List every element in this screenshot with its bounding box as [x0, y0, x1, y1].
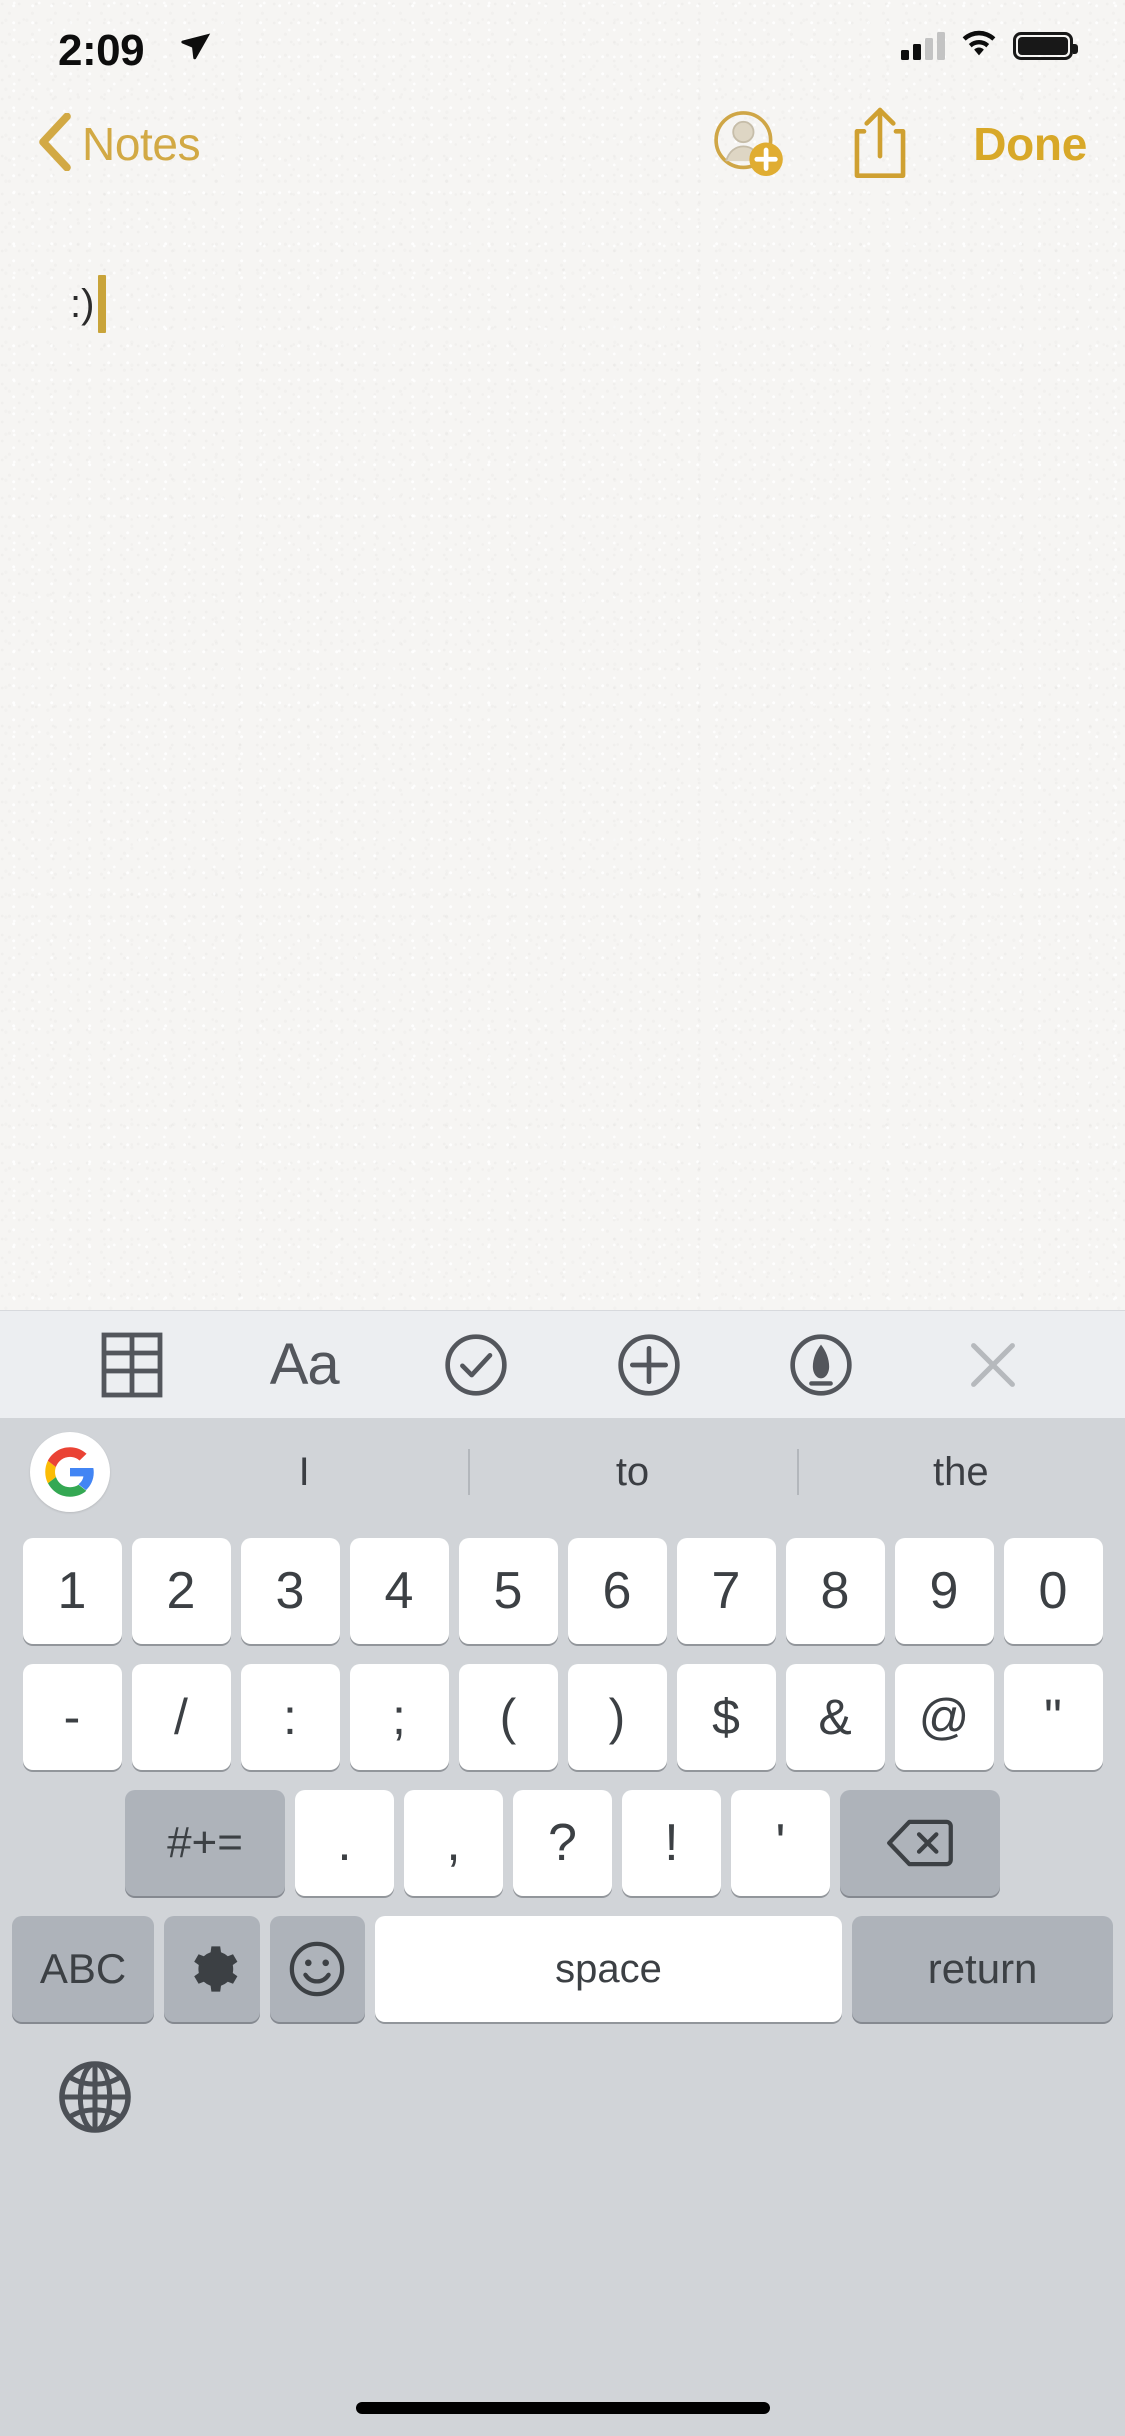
share-upload-icon[interactable] — [849, 103, 911, 186]
key-apostrophe[interactable]: ' — [731, 1790, 830, 1896]
key-quote-double[interactable]: " — [1003, 1664, 1103, 1770]
navigation-bar: Notes Done — [0, 90, 1125, 200]
done-button[interactable]: Done — [973, 117, 1087, 171]
google-g-icon[interactable] — [30, 1432, 110, 1512]
key-1[interactable]: 1 — [22, 1538, 122, 1644]
key-return[interactable]: return — [852, 1916, 1113, 2022]
key-slash[interactable]: / — [131, 1664, 231, 1770]
wifi-icon — [959, 28, 999, 63]
key-question[interactable]: ? — [513, 1790, 612, 1896]
status-bar-indicators — [901, 28, 1078, 63]
gear-icon[interactable] — [164, 1916, 260, 2022]
keyboard-row-punctuation: - / : ; ( ) $ & @ " — [0, 1664, 1125, 1770]
key-0[interactable]: 0 — [1003, 1538, 1103, 1644]
checklist-icon[interactable] — [428, 1317, 524, 1413]
key-6[interactable]: 6 — [567, 1538, 667, 1644]
key-exclamation[interactable]: ! — [622, 1790, 721, 1896]
back-button-label: Notes — [82, 118, 201, 170]
note-text-line: :) — [70, 275, 107, 333]
key-abc-layout[interactable]: ABC — [12, 1916, 155, 2022]
key-space[interactable]: space — [374, 1916, 843, 2022]
battery-full-icon — [1013, 31, 1078, 60]
text-cursor — [98, 275, 107, 333]
table-icon[interactable] — [84, 1317, 180, 1413]
key-symbol-shift[interactable]: #+= — [125, 1790, 285, 1896]
key-3[interactable]: 3 — [240, 1538, 340, 1644]
key-2[interactable]: 2 — [131, 1538, 231, 1644]
text-format-icon[interactable]: Aa — [256, 1317, 352, 1413]
suggestion-item[interactable]: I — [140, 1450, 468, 1495]
key-dollar[interactable]: $ — [676, 1664, 776, 1770]
add-attachment-icon[interactable] — [601, 1317, 697, 1413]
suggestion-items: I to the — [140, 1418, 1125, 1526]
add-person-icon[interactable] — [707, 102, 787, 187]
key-7[interactable]: 7 — [676, 1538, 776, 1644]
keyboard-row-marks: #+= . , ? ! ' — [0, 1790, 1125, 1896]
note-body[interactable]: :) — [0, 200, 1125, 1310]
home-indicator — [355, 2402, 770, 2414]
notes-format-toolbar: Aa — [0, 1310, 1125, 1418]
key-8[interactable]: 8 — [785, 1538, 885, 1644]
keyboard-row-bottom: ABC space return — [0, 1916, 1125, 2022]
key-at[interactable]: @ — [894, 1664, 994, 1770]
notes-screen: 2:09 Notes Done:) — [0, 0, 1125, 1310]
key-5[interactable]: 5 — [458, 1538, 558, 1644]
key-paren-close[interactable]: ) — [567, 1664, 667, 1770]
emoji-smiley-icon[interactable] — [269, 1916, 365, 2022]
suggestion-item[interactable]: the — [797, 1450, 1125, 1495]
globe-language-icon[interactable] — [50, 2052, 140, 2142]
key-comma[interactable]: , — [404, 1790, 503, 1896]
key-hyphen[interactable]: - — [22, 1664, 122, 1770]
back-to-notes-button[interactable]: Notes — [30, 112, 208, 176]
markup-pen-icon[interactable] — [773, 1317, 869, 1413]
backspace-icon[interactable] — [840, 1790, 1000, 1896]
status-bar: 2:09 — [0, 0, 1125, 90]
key-semicolon[interactable]: ; — [349, 1664, 449, 1770]
note-text-content: :) — [70, 282, 95, 326]
chevron-left-icon — [38, 112, 72, 176]
status-bar-clock: 2:09 — [58, 26, 145, 75]
gboard-keyboard: I to the 1 2 3 4 5 6 7 8 9 0 - / : ; ( )… — [0, 1418, 1125, 2436]
key-4[interactable]: 4 — [349, 1538, 449, 1644]
keyboard-row-numbers: 1 2 3 4 5 6 7 8 9 0 — [0, 1538, 1125, 1644]
keyboard-globe-row — [0, 2022, 1125, 2172]
key-colon[interactable]: : — [240, 1664, 340, 1770]
navigation-actions: Done — [707, 106, 1087, 182]
location-arrow-icon — [178, 28, 212, 67]
close-icon[interactable] — [945, 1317, 1041, 1413]
key-9[interactable]: 9 — [894, 1538, 994, 1644]
suggestion-item[interactable]: to — [468, 1450, 796, 1495]
key-ampersand[interactable]: & — [785, 1664, 885, 1770]
key-period[interactable]: . — [295, 1790, 394, 1896]
cellular-signal-icon — [901, 31, 945, 60]
suggestion-strip: I to the — [0, 1418, 1125, 1526]
key-paren-open[interactable]: ( — [458, 1664, 558, 1770]
